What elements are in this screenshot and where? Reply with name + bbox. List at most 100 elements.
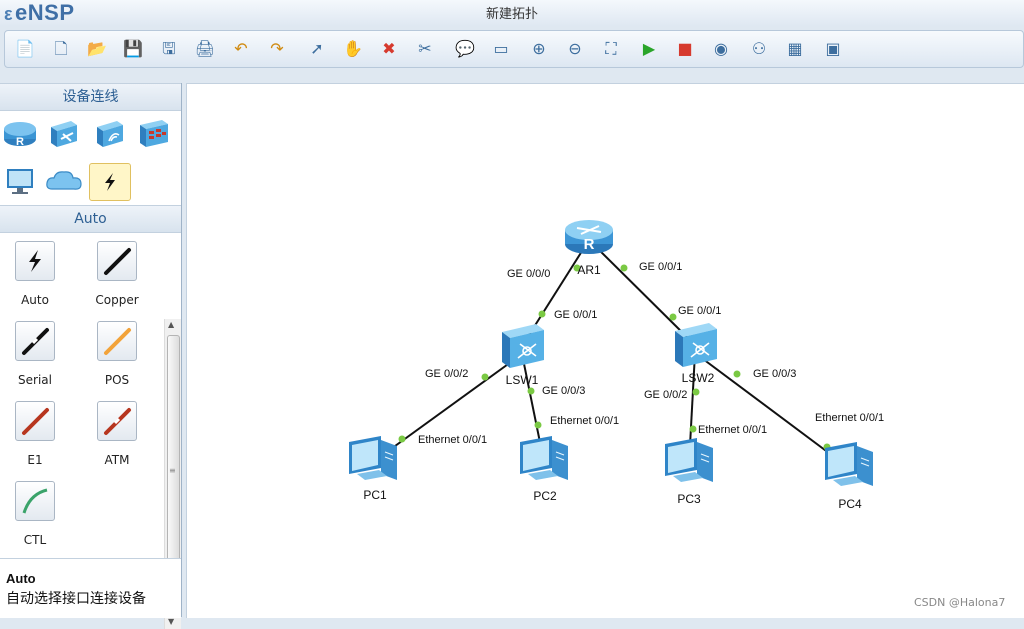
description-text: 自动选择接口连接设备 [6,591,146,607]
scroll-down-icon[interactable]: ▼ [168,617,174,626]
watermark: CSDN @Halona7 [914,596,1006,609]
firewall-icon[interactable] [134,115,174,151]
cable-label: Copper [95,293,139,307]
delete-link-icon: ✂ [418,39,432,58]
redo-icon: ↷ [270,39,284,58]
cable-item-pos[interactable]: POS [82,317,152,391]
print-icon: 🖨 [194,39,216,58]
capture-icon: ◉ [714,39,728,58]
capture-button[interactable]: ◉ [707,35,735,63]
port-dot [398,435,406,443]
window-title: 新建拓扑 [485,7,538,22]
grid-icon: ▦ [787,39,803,58]
title-bar: εeNSP 新建拓扑 [0,0,1024,26]
cable-item-auto[interactable]: Auto [0,237,70,311]
new-blank-button[interactable]: 🗋 [47,35,75,63]
zoom-out-button[interactable]: ⊖ [561,35,589,63]
ar1-router-icon[interactable]: R [565,220,613,254]
ctl-cable-icon [15,481,55,521]
pc4-pc-icon[interactable] [825,442,873,486]
pointer-icon: ➚ [310,39,324,58]
grid-button[interactable]: ▦ [781,35,809,63]
topology-diagram[interactable]: GE 0/0/0 GE 0/0/1 GE 0/0/1 GE 0/0/1 GE 0/0/2… [187,84,1024,618]
zoom-out-icon: ⊖ [568,39,582,58]
text-box-icon: 💬 [455,39,475,58]
hand-icon: ✋ [343,39,363,58]
port-dot [733,370,741,378]
cable-icon[interactable] [89,163,131,201]
play-icon: ▶ [642,39,656,58]
port-label: Ethernet 0/0/1 [418,434,487,446]
topology-icon: ⚇ [751,39,767,58]
save-button[interactable]: 💾 [119,35,147,63]
atm-cable-icon [97,401,137,441]
cable-label: Serial [18,373,52,387]
topology-canvas[interactable]: GE 0/0/0 GE 0/0/1 GE 0/0/1 GE 0/0/1 GE 0/0/2… [186,83,1024,618]
redo-button[interactable]: ↷ [263,35,291,63]
port-label: Ethernet 0/0/1 [815,412,884,424]
port-dot [689,425,697,433]
save-as-button[interactable]: 🖫 [155,35,183,63]
stop-all-button[interactable]: ■ [671,35,699,63]
cable-item-copper[interactable]: Copper [82,237,152,311]
select-button[interactable]: ➚ [303,35,331,63]
scroll-up-icon[interactable]: ▲ [168,320,174,329]
port-dot [669,313,677,321]
terminal-button[interactable]: ▣ [819,35,847,63]
zoom-in-icon: ⊕ [532,39,546,58]
rectangle-icon: ▭ [493,39,509,58]
router-icon[interactable]: R [0,115,40,151]
pc1-pc-icon[interactable] [349,436,397,480]
wireless-icon[interactable] [90,115,130,151]
fit-button[interactable]: ⛶ [597,35,625,63]
start-all-button[interactable]: ▶ [635,35,663,63]
print-button[interactable]: 🖨 [191,35,219,63]
port-label: GE 0/0/1 [678,305,721,317]
pc-icon[interactable] [0,163,40,199]
add-text-button[interactable]: 💬 [451,35,479,63]
main-toolbar: 📄 🗋 📂 💾 🖫 🖨 ↶ ↷ ➚ ✋ ✖ ✂ 💬 ▭ ⊕ ⊖ ⛶ ▶ ■ ◉ ⚇ ▦ ▣ [4,30,1024,68]
cloud-icon[interactable] [44,163,84,199]
save-as-icon: 🖫 [162,39,176,58]
switch-icon[interactable] [44,115,84,151]
description-panel: Auto 自动选择接口连接设备 [0,558,181,618]
cable-item-ctl[interactable]: CTL [0,477,70,551]
port-label: GE 0/0/3 [753,368,796,380]
port-dot [481,373,489,381]
cable-panel-header: Auto [0,205,181,233]
port-label: GE 0/0/2 [644,389,687,401]
stop-icon: ■ [677,39,693,58]
port-label: GE 0/0/1 [554,309,597,321]
serial-cable-icon [15,321,55,361]
open-folder-icon: 📂 [87,39,107,58]
new-topology-button[interactable]: 📄 [11,35,39,63]
topology-button[interactable]: ⚇ [745,35,773,63]
port-dot [534,421,542,429]
pc3-pc-icon[interactable] [665,438,713,482]
new-file-icon: 📄 [15,39,35,58]
open-button[interactable]: 📂 [83,35,111,63]
fit-view-icon: ⛶ [605,39,617,58]
port-label: GE 0/0/1 [639,261,682,273]
ar1-label: AR1 [577,263,601,277]
link-ar1-lsw2[interactable] [588,239,696,346]
delete-link-button[interactable]: ✂ [411,35,439,63]
lsw1-switch-icon[interactable] [502,324,544,368]
zoom-in-button[interactable]: ⊕ [525,35,553,63]
cable-item-serial[interactable]: Serial [0,317,70,391]
undo-icon: ↶ [234,39,248,58]
cable-item-e1[interactable]: E1 [0,397,70,471]
auto-cable-icon [15,241,55,281]
lsw2-switch-icon[interactable] [675,323,717,367]
delete-button[interactable]: ✖ [375,35,403,63]
pos-cable-icon [97,321,137,361]
undo-button[interactable]: ↶ [227,35,255,63]
grip-icon: ≡ [169,466,176,475]
cable-item-atm[interactable]: ATM [82,397,152,471]
pan-button[interactable]: ✋ [339,35,367,63]
port-dot [527,387,535,395]
port-dot [620,264,628,272]
add-shape-button[interactable]: ▭ [487,35,515,63]
port-label: GE 0/0/0 [507,268,550,280]
pc2-pc-icon[interactable] [520,436,568,480]
